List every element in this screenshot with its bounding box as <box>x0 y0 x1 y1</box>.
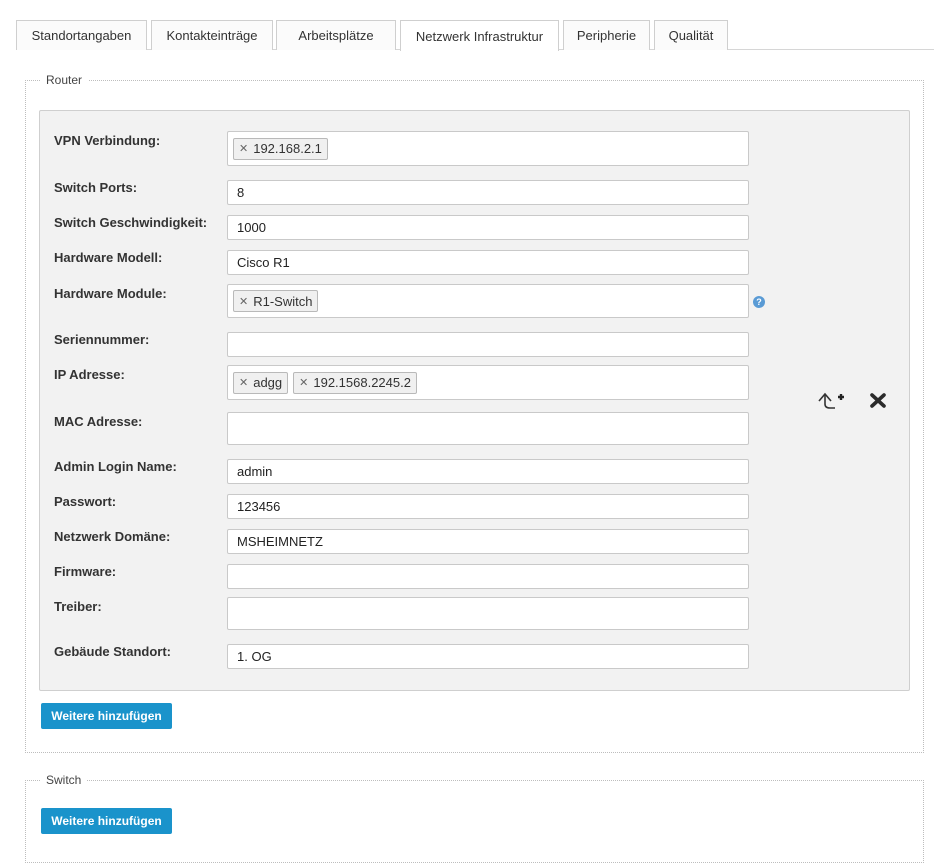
domain-label: Netzwerk Domäne: <box>54 529 171 544</box>
vpn-label: VPN Verbindung: <box>54 133 161 148</box>
tab-netzwerk-infrastruktur[interactable]: Netzwerk Infrastruktur <box>400 20 559 51</box>
hw-modules-tag-input[interactable]: ✕ R1-Switch <box>227 284 749 318</box>
mac-label: MAC Adresse: <box>54 414 143 429</box>
admin-login-label: Admin Login Name: <box>54 459 177 474</box>
password-input[interactable]: 123456 <box>227 494 749 519</box>
tab-peripherie[interactable]: Peripherie <box>563 20 650 50</box>
vpn-tag-input[interactable]: ✕ 192.168.2.1 <box>227 131 749 166</box>
switch-add-more-button[interactable]: Weitere hinzufügen <box>41 808 172 834</box>
tab-kontakteintraege[interactable]: Kontakteinträge <box>151 20 273 50</box>
hw-model-label: Hardware Modell: <box>54 250 163 265</box>
mac-input[interactable] <box>227 412 749 445</box>
tab-arbeitsplaetze[interactable]: Arbeitsplätze <box>276 20 396 50</box>
location-label: Gebäude Standort: <box>54 644 172 659</box>
ip-tag: ✕ 192.1568.2245.2 <box>293 371 417 394</box>
tab-qualitaet[interactable]: Qualität <box>654 20 728 50</box>
router-legend: Router <box>46 73 83 87</box>
ip-label: IP Adresse: <box>54 367 125 382</box>
firmware-input[interactable] <box>227 564 749 589</box>
remove-tag-icon[interactable]: ✕ <box>239 295 248 308</box>
delete-x-icon[interactable] <box>869 392 887 409</box>
hw-module-tag: ✕ R1-Switch <box>233 290 319 312</box>
remove-tag-icon[interactable]: ✕ <box>239 142 248 155</box>
vpn-tag: ✕ 192.168.2.1 <box>233 137 328 160</box>
router-add-more-button[interactable]: Weitere hinzufügen <box>41 703 172 729</box>
tab-bar: Standortangaben Kontakteinträge Arbeitsp… <box>16 20 934 51</box>
firmware-label: Firmware: <box>54 564 117 579</box>
password-label: Passwort: <box>54 494 117 509</box>
switch-ports-input[interactable]: 8 <box>227 180 749 205</box>
switch-speed-input[interactable]: 1000 <box>227 215 749 240</box>
hw-modules-label: Hardware Module: <box>54 286 167 301</box>
serial-input[interactable] <box>227 332 749 357</box>
hw-model-input[interactable]: Cisco R1 <box>227 250 749 275</box>
help-icon[interactable]: ? <box>753 296 765 308</box>
ip-tag-input[interactable]: ✕ adgg ✕ 192.1568.2245.2 <box>227 365 749 400</box>
tab-standortangaben[interactable]: Standortangaben <box>16 20 147 50</box>
driver-label: Treiber: <box>54 599 102 614</box>
domain-input[interactable]: MSHEIMNETZ <box>227 529 749 554</box>
ip-tag: ✕ adgg <box>233 371 289 394</box>
serial-label: Seriennummer: <box>54 332 150 347</box>
switch-speed-label: Switch Geschwindigkeit: <box>54 215 208 230</box>
switch-legend: Switch <box>46 773 82 787</box>
switch-ports-label: Switch Ports: <box>54 180 138 195</box>
driver-input[interactable] <box>227 597 749 630</box>
remove-tag-icon[interactable]: ✕ <box>299 376 308 389</box>
admin-login-input[interactable]: admin <box>227 459 749 484</box>
remove-tag-icon[interactable]: ✕ <box>239 376 248 389</box>
location-input[interactable]: 1. OG <box>227 644 749 669</box>
duplicate-add-icon[interactable] <box>817 390 847 412</box>
